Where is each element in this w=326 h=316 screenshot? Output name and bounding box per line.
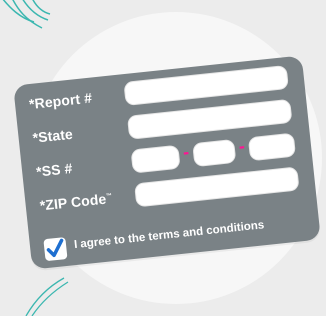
ssn-part-3-input[interactable] <box>247 132 297 162</box>
teal-sparkle-decoration <box>2 0 51 29</box>
ssn-dash-2: - <box>237 135 246 157</box>
ssn-part-2-input[interactable] <box>192 138 237 168</box>
teal-swoosh-decoration <box>25 277 69 316</box>
terms-label: I agree to the terms and conditions <box>73 219 265 252</box>
ssn-part-1-input[interactable] <box>130 144 181 174</box>
registration-form-card: *Report # *State *SS # - - *ZIP Code™ I … <box>13 55 321 270</box>
report-number-input[interactable] <box>123 64 289 106</box>
checkmark-icon <box>46 238 64 258</box>
ssn-label: *SS # <box>35 159 74 180</box>
ssn-dash-1: - <box>181 141 191 163</box>
report-number-label: *Report # <box>28 89 93 113</box>
terms-checkbox[interactable] <box>43 237 68 262</box>
state-label: *State <box>31 125 74 146</box>
zip-code-label: *ZIP Code™ <box>39 190 113 214</box>
zip-tm-mark: ™ <box>105 193 113 200</box>
zip-code-label-text: *ZIP Code <box>38 190 108 214</box>
